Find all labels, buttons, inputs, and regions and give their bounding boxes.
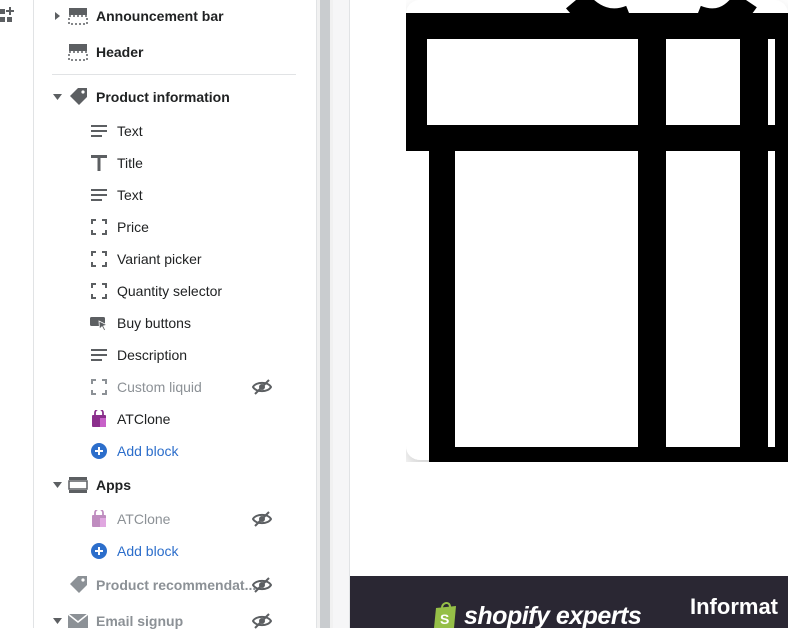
footer-heading: Informat [690, 594, 778, 619]
block-atclone-app[interactable]: ATClone [89, 504, 170, 534]
section-announcement-bar[interactable]: Announcement bar [52, 1, 224, 31]
block-label: Price [117, 219, 149, 235]
sections-panel: Announcement bar Header Product informat… [34, 0, 316, 631]
divider [52, 74, 296, 75]
chevron-down-icon[interactable] [52, 480, 62, 490]
svg-text:S: S [440, 611, 449, 627]
section-header[interactable]: Header [68, 37, 143, 67]
block-label: Buy buttons [117, 315, 191, 331]
tag-icon [68, 575, 88, 595]
text-lines-icon [89, 121, 109, 141]
block-label: ATClone [117, 511, 171, 527]
title-T-icon [89, 153, 109, 173]
section-label: Header [96, 44, 144, 60]
section-label: Apps [96, 477, 131, 493]
section-label: Product information [96, 89, 230, 105]
tag-icon [68, 87, 88, 107]
envelope-icon [68, 611, 88, 631]
section-label: Product recommendat... [96, 577, 257, 593]
section-email-signup[interactable]: Email signup [52, 606, 183, 636]
block-label: Title [117, 155, 143, 171]
sidebar-scrollbar[interactable] [316, 0, 333, 628]
text-lines-icon [89, 345, 109, 365]
block-quantity-selector[interactable]: Quantity selector [89, 276, 222, 306]
block-buy-buttons[interactable]: Buy buttons [89, 308, 191, 338]
add-block-label: Add block [117, 543, 179, 559]
chevron-down-icon[interactable] [52, 92, 62, 102]
dashed-square-icon [89, 281, 109, 301]
app-rail [0, 0, 34, 628]
add-block-button[interactable]: Add block [89, 536, 178, 566]
shopify-experts-logo: shopify experts [464, 602, 642, 628]
section-label: Email signup [96, 613, 184, 629]
block-custom-liquid[interactable]: Custom liquid [89, 372, 202, 402]
eye-hidden-icon[interactable] [252, 377, 272, 397]
section-product-information[interactable]: Product information [52, 82, 230, 112]
block-text[interactable]: Text [89, 180, 143, 210]
gift-icon [406, 0, 788, 462]
block-label: Custom liquid [117, 379, 202, 395]
section-product-recommendations[interactable]: Product recommendat... [68, 570, 256, 600]
block-text[interactable]: Text [89, 116, 143, 146]
block-price[interactable]: Price [89, 212, 149, 242]
buy-button-icon [89, 313, 109, 333]
store-footer: S shopify experts Informat [350, 576, 788, 628]
add-block-button[interactable]: Add block [89, 436, 178, 466]
chevron-right-icon[interactable] [52, 11, 62, 21]
dashed-square-icon [89, 217, 109, 237]
scrollbar-thumb[interactable] [320, 0, 330, 628]
add-block-label: Add block [117, 443, 179, 459]
section-icon [68, 475, 88, 495]
block-description[interactable]: Description [89, 340, 187, 370]
eye-hidden-icon[interactable] [252, 611, 272, 631]
shopify-bag-icon: S [434, 602, 456, 628]
block-label: Description [117, 347, 188, 363]
block-title[interactable]: Title [89, 148, 143, 178]
atclone-bag-icon [89, 509, 109, 529]
text-lines-icon [89, 185, 109, 205]
add-circle-icon [89, 541, 109, 561]
section-icon [68, 6, 88, 26]
block-label: Text [117, 123, 143, 139]
preview-gutter [333, 0, 350, 628]
block-atclone[interactable]: ATClone [89, 404, 170, 434]
block-label: Quantity selector [117, 283, 223, 299]
add-circle-icon [89, 441, 109, 461]
block-variant-picker[interactable]: Variant picker [89, 244, 202, 274]
add-section-icon[interactable] [0, 6, 14, 26]
block-label: ATClone [117, 411, 171, 427]
chevron-down-icon[interactable] [52, 616, 62, 626]
dashed-square-icon [89, 249, 109, 269]
block-label: Text [117, 187, 143, 203]
theme-preview: S shopify experts Informat [350, 0, 788, 628]
block-label: Variant picker [117, 251, 202, 267]
dashed-square-icon [89, 377, 109, 397]
section-apps[interactable]: Apps [52, 470, 131, 500]
atclone-bag-icon [89, 409, 109, 429]
eye-hidden-icon[interactable] [252, 509, 272, 529]
section-icon [68, 42, 88, 62]
eye-hidden-icon[interactable] [252, 575, 272, 595]
section-label: Announcement bar [96, 8, 224, 24]
